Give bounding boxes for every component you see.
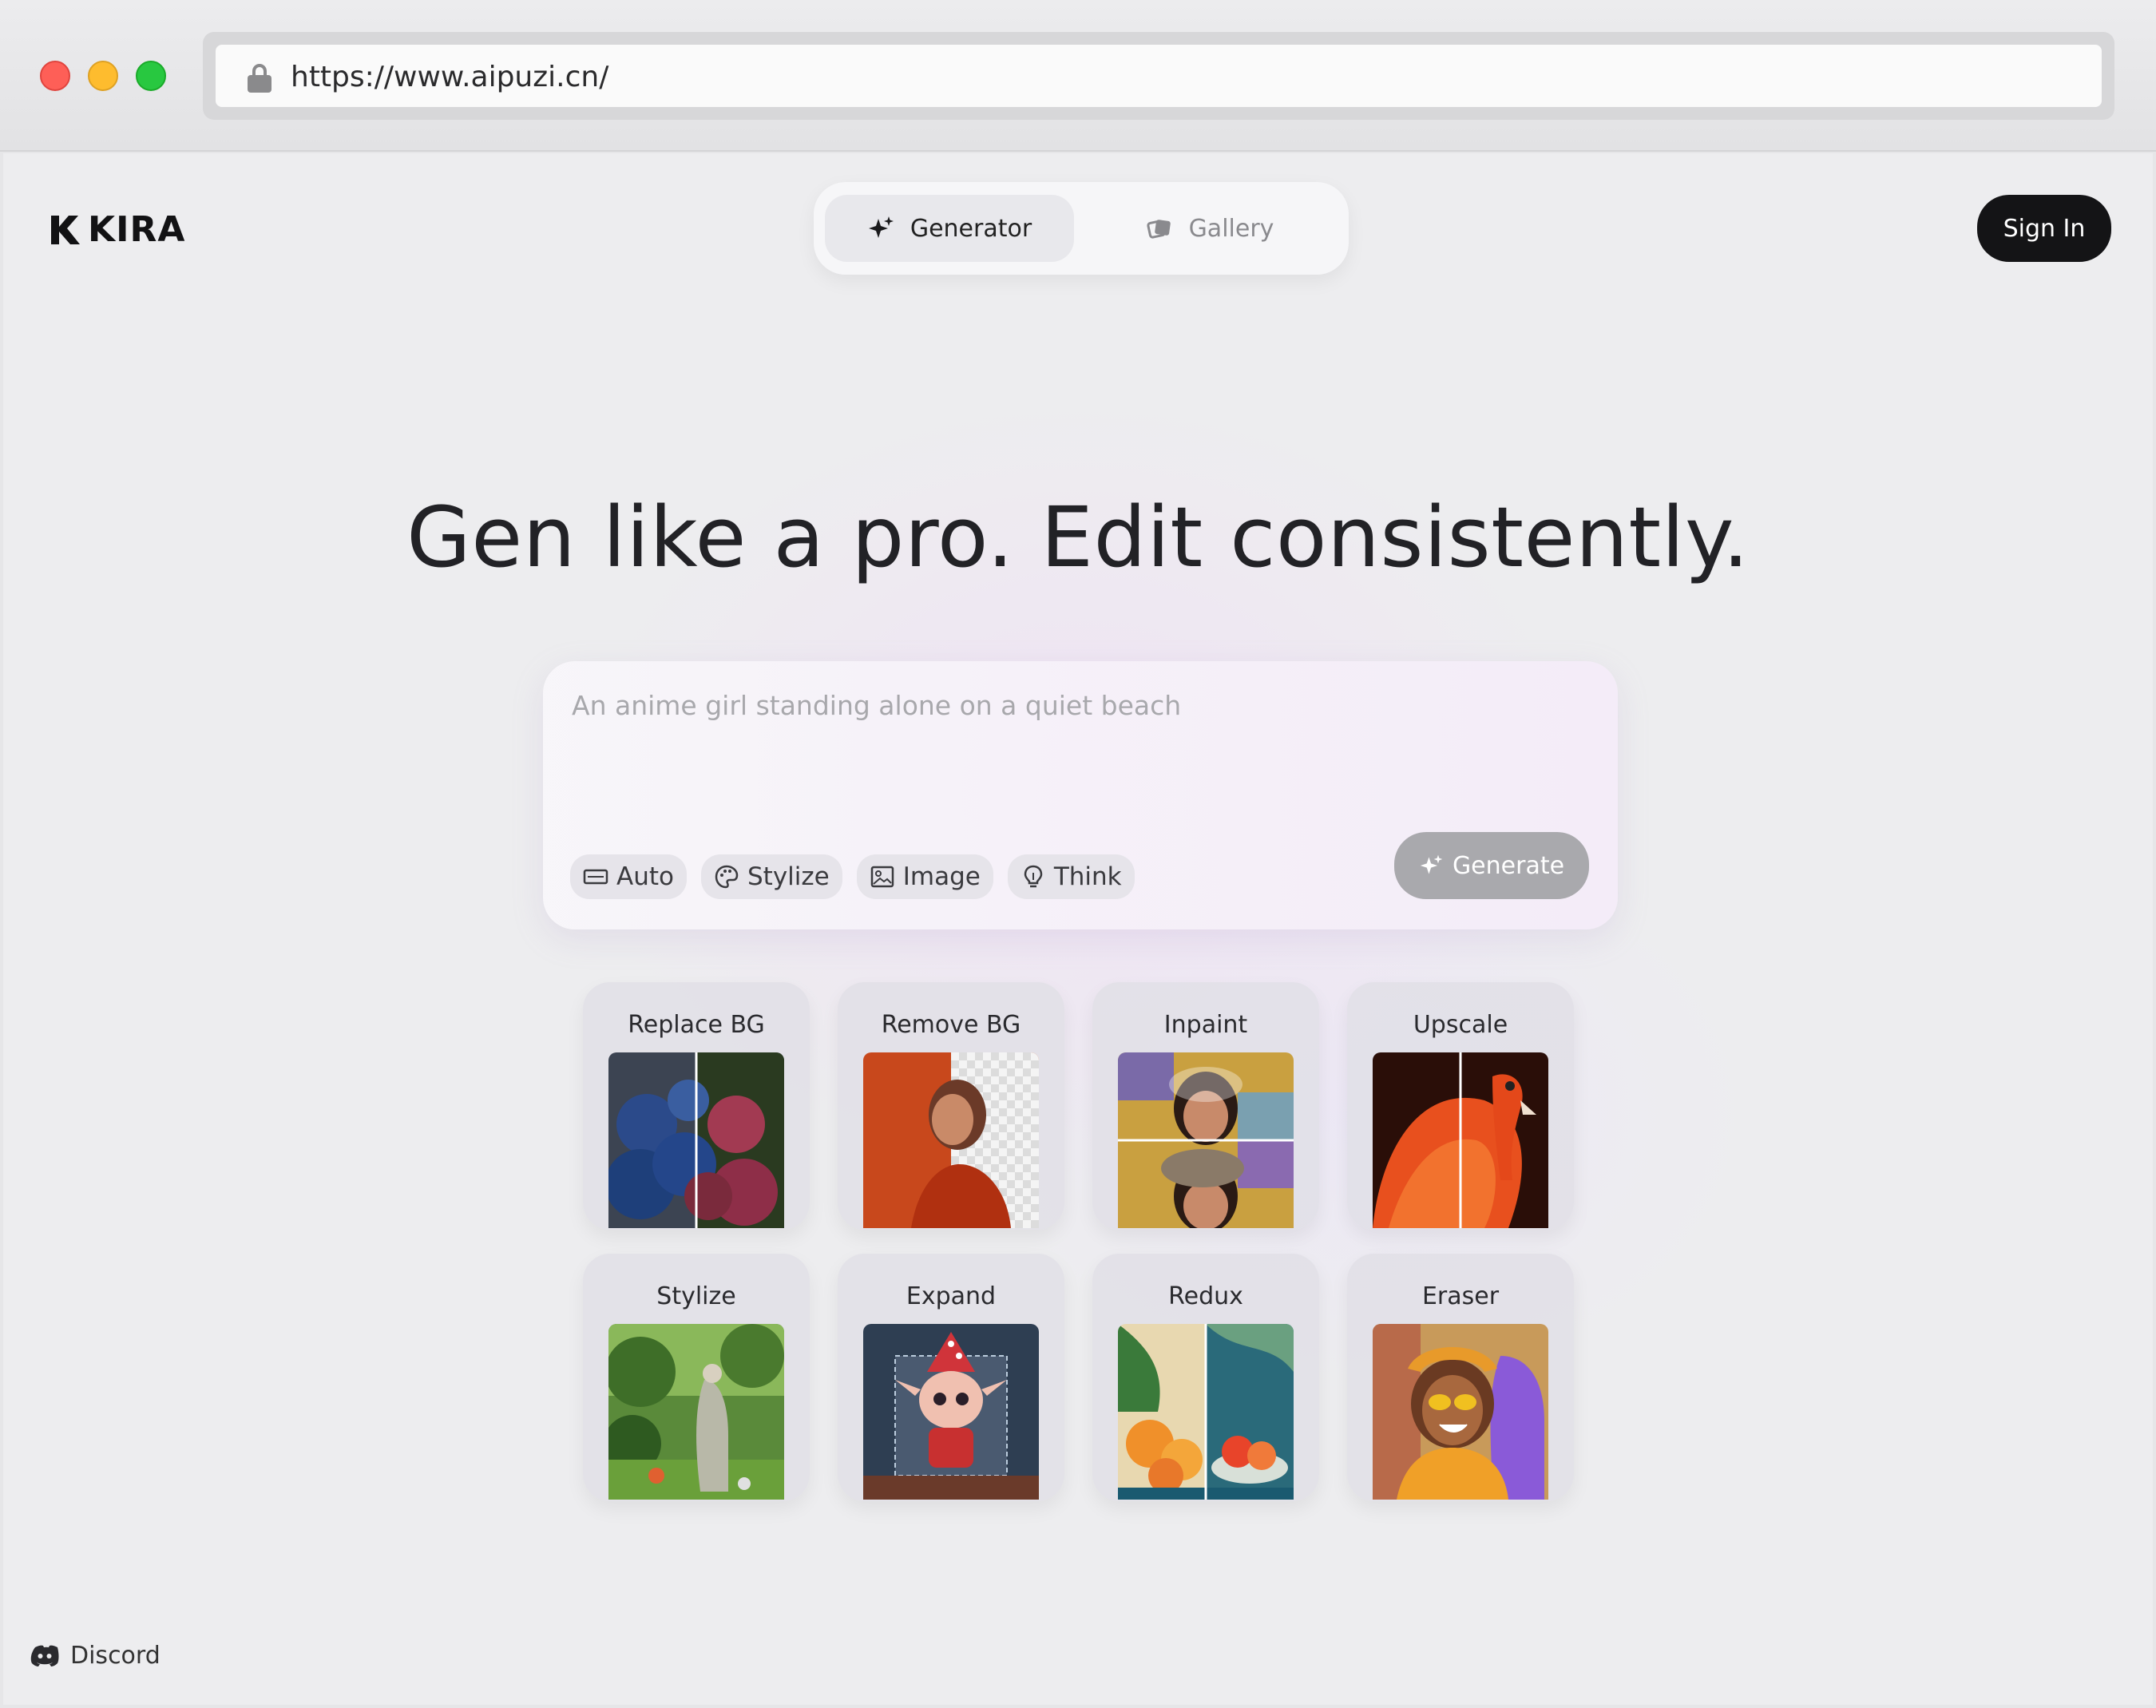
gallery-icon	[1146, 220, 1171, 239]
discord-label: Discord	[70, 1642, 161, 1670]
lock-icon	[248, 64, 271, 93]
tool-upscale[interactable]: Upscale	[1347, 982, 1574, 1230]
main-nav: Generator Gallery	[814, 182, 1349, 275]
kira-logo-icon	[51, 215, 80, 244]
replace-bg-thumbnail	[608, 1052, 784, 1228]
hero-title: Gen like a pro. Edit consistently.	[406, 489, 1750, 586]
eraser-thumbnail	[1373, 1324, 1548, 1500]
maximize-window-button[interactable]	[136, 61, 166, 91]
url-text[interactable]: https://www.aipuzi.cn/	[291, 61, 608, 93]
page: KIRA Generator Gallery Sign In Gen like …	[3, 153, 2153, 1705]
tab-generator-label: Generator	[910, 214, 1032, 243]
tool-replace-bg[interactable]: Replace BG	[583, 982, 810, 1230]
chip-image[interactable]: Image	[856, 854, 993, 899]
tool-eraser[interactable]: Eraser	[1347, 1254, 1574, 1501]
chip-think[interactable]: Think	[1007, 854, 1135, 899]
minimize-window-button[interactable]	[88, 61, 118, 91]
tool-label: Redux	[1168, 1282, 1243, 1310]
generate-button[interactable]: Generate	[1394, 832, 1589, 899]
close-window-button[interactable]	[40, 61, 70, 91]
chip-stylize[interactable]: Stylize	[700, 854, 842, 899]
tool-label: Replace BG	[628, 1011, 765, 1039]
tool-expand[interactable]: Expand	[838, 1254, 1064, 1501]
sign-in-button[interactable]: Sign In	[1977, 195, 2111, 262]
generate-label: Generate	[1452, 851, 1565, 880]
sparkle-icon	[1420, 854, 1443, 874]
tool-label: Eraser	[1421, 1282, 1500, 1310]
sparkle-icon	[868, 216, 894, 238]
lightbulb-icon	[1024, 865, 1043, 888]
aspect-ratio-icon	[583, 869, 608, 885]
tool-label: Expand	[906, 1282, 997, 1310]
tool-label: Stylize	[656, 1282, 736, 1310]
logo-text: KIRA	[88, 209, 186, 250]
prompt-card: An anime girl standing alone on a quiet …	[543, 661, 1618, 929]
expand-thumbnail	[863, 1324, 1039, 1500]
address-bar[interactable]: https://www.aipuzi.cn/	[203, 32, 2114, 120]
image-icon	[870, 866, 894, 888]
tool-redux[interactable]: Redux	[1092, 1254, 1319, 1501]
chip-stylize-label: Stylize	[747, 862, 830, 891]
inpaint-thumbnail	[1118, 1052, 1294, 1228]
tool-inpaint[interactable]: Inpaint	[1092, 982, 1319, 1230]
prompt-options: Auto Stylize Image Think	[570, 854, 1135, 899]
upscale-thumbnail	[1373, 1052, 1548, 1228]
stylize-thumbnail	[608, 1324, 784, 1500]
palette-icon	[715, 865, 739, 889]
tool-label: Remove BG	[881, 1011, 1021, 1039]
tool-label: Inpaint	[1163, 1011, 1248, 1039]
remove-bg-thumbnail	[863, 1052, 1039, 1228]
chip-image-label: Image	[902, 862, 981, 891]
tab-generator[interactable]: Generator	[825, 195, 1074, 262]
tool-stylize[interactable]: Stylize	[583, 1254, 810, 1501]
discord-link[interactable]: Discord	[30, 1642, 161, 1670]
discord-icon	[30, 1645, 59, 1666]
chip-auto[interactable]: Auto	[570, 854, 687, 899]
tool-label: Upscale	[1413, 1011, 1508, 1039]
tab-gallery-label: Gallery	[1188, 214, 1274, 243]
redux-thumbnail	[1118, 1324, 1294, 1500]
chip-think-label: Think	[1053, 862, 1122, 891]
tab-gallery[interactable]: Gallery	[1090, 195, 1330, 262]
tool-remove-bg[interactable]: Remove BG	[838, 982, 1064, 1230]
logo[interactable]: KIRA	[48, 209, 185, 250]
browser-chrome: https://www.aipuzi.cn/	[0, 0, 2156, 152]
prompt-input[interactable]: An anime girl standing alone on a quiet …	[572, 690, 1181, 721]
chip-auto-label: Auto	[616, 862, 674, 891]
